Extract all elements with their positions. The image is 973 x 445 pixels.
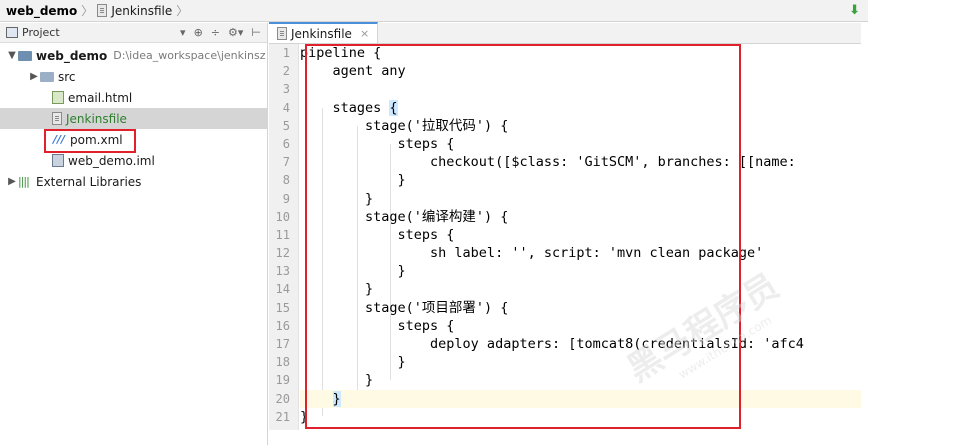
tree-node-external-libraries[interactable]: ▶ |||| External Libraries: [0, 171, 267, 192]
line-number: 9: [282, 191, 290, 206]
close-icon[interactable]: ×: [360, 27, 369, 40]
view-dropdown-icon[interactable]: ▾: [180, 26, 186, 39]
project-panel: Project ▾ ⊕ ÷ ⚙▾ ⊢ ▼ web_demo D:\idea_wo…: [0, 23, 268, 445]
code-line[interactable]: [300, 80, 861, 98]
tree-node-web-demo[interactable]: ▼ web_demo D:\idea_workspace\jenkinsz: [0, 45, 267, 66]
code-line[interactable]: }: [300, 280, 861, 298]
module-folder-icon: [18, 50, 32, 61]
code-line[interactable]: stage('项目部署') {: [300, 299, 861, 317]
code-line[interactable]: }: [300, 190, 861, 208]
line-number: 21: [275, 409, 290, 424]
project-panel-title[interactable]: Project: [22, 26, 60, 39]
line-number: 12: [275, 246, 290, 261]
tree-node-email-html[interactable]: email.html: [0, 87, 267, 108]
matched-brace: }: [332, 390, 341, 407]
line-number: 8: [282, 173, 290, 188]
line-number: 16: [275, 318, 290, 333]
tree-node-label: External Libraries: [36, 174, 142, 189]
html-file-icon: [52, 91, 64, 104]
code-line[interactable]: }: [300, 389, 861, 408]
line-number: 20: [275, 391, 290, 406]
line-number: 14: [275, 282, 290, 297]
code-line[interactable]: }: [300, 371, 861, 389]
line-number: 13: [275, 264, 290, 279]
line-number: 15: [275, 300, 290, 315]
collapse-icon[interactable]: ÷: [211, 26, 220, 39]
tree-node-label: email.html: [68, 90, 133, 105]
project-panel-header: Project ▾ ⊕ ÷ ⚙▾ ⊢: [0, 23, 267, 43]
download-icon[interactable]: ⬇: [849, 3, 860, 18]
code-line[interactable]: }: [300, 353, 861, 371]
breadcrumb: web_demo 〉 Jenkinsfile 〉 ⬇: [0, 0, 868, 22]
tree-node-web-demo-iml[interactable]: web_demo.iml: [0, 150, 267, 171]
breadcrumb-file-label: Jenkinsfile: [111, 3, 173, 18]
code-line[interactable]: agent any: [300, 62, 861, 80]
breadcrumb-file[interactable]: Jenkinsfile: [97, 4, 172, 18]
folder-icon: [40, 71, 54, 82]
code-line[interactable]: checkout([$class: 'GitSCM', branches: [[…: [300, 153, 861, 171]
tree-node-jenkinsfile[interactable]: Jenkinsfile: [0, 108, 267, 129]
line-number: 18: [275, 355, 290, 370]
code-line[interactable]: stages {: [300, 99, 861, 117]
code-line[interactable]: pipeline {: [300, 44, 861, 62]
chevron-right-icon[interactable]: ▶: [6, 176, 18, 187]
file-icon: [277, 27, 287, 40]
chevron-down-icon[interactable]: ▼: [6, 50, 18, 61]
line-number-gutter: 1 2 3 4 5 6 7 8 9 10 11 12 13 14 15 16 17 18 19 20 21: [269, 44, 299, 430]
code-line[interactable]: stage('编译构建') {: [300, 208, 861, 226]
tree-node-label: Jenkinsfile: [66, 111, 127, 126]
code-area[interactable]: pipeline { agent any stages { stage('拉取代…: [300, 44, 861, 426]
hide-icon[interactable]: ⊢: [251, 26, 261, 39]
code-line[interactable]: }: [300, 171, 861, 189]
line-number: 7: [282, 155, 290, 170]
library-icon: ||||: [18, 175, 30, 188]
line-number: 5: [282, 118, 290, 133]
code-line[interactable]: }: [300, 262, 861, 280]
code-line[interactable]: steps {: [300, 135, 861, 153]
highlight-box: [44, 129, 136, 153]
tree-node-label: src: [58, 69, 76, 84]
editor-tabs: Jenkinsfile ×: [269, 22, 861, 44]
breadcrumb-separator: 〉: [81, 4, 94, 18]
code-editor[interactable]: 1 2 3 4 5 6 7 8 9 10 11 12 13 14 15 16 17 18 19 20 21 pipeli…: [269, 44, 861, 430]
code-line[interactable]: }: [300, 408, 861, 426]
file-icon: [52, 112, 62, 125]
line-number: 3: [282, 82, 290, 97]
tree-node-label: web_demo.iml: [68, 153, 155, 168]
panel-toolbar: ▾ ⊕ ÷ ⚙▾ ⊢: [180, 26, 261, 39]
line-number: 10: [275, 209, 290, 224]
line-number: 19: [275, 373, 290, 388]
gear-icon[interactable]: ⚙▾: [228, 26, 243, 39]
line-number: 6: [282, 136, 290, 151]
code-line[interactable]: stage('拉取代码') {: [300, 117, 861, 135]
project-tree: ▼ web_demo D:\idea_workspace\jenkinsz ▶ …: [0, 43, 267, 192]
line-number: 4: [282, 100, 290, 115]
tree-node-label: web_demo: [36, 48, 108, 63]
locate-icon[interactable]: ⊕: [194, 26, 203, 39]
project-icon: [6, 27, 18, 38]
code-line[interactable]: sh label: '', script: 'mvn clean package…: [300, 244, 861, 262]
tab-label: Jenkinsfile: [291, 26, 352, 41]
line-number: 2: [282, 64, 290, 79]
code-line[interactable]: steps {: [300, 226, 861, 244]
code-line[interactable]: steps {: [300, 317, 861, 335]
chevron-right-icon[interactable]: ▶: [28, 71, 40, 82]
breadcrumb-separator: 〉: [176, 4, 189, 18]
line-number: 11: [275, 227, 290, 242]
file-icon: [97, 4, 108, 17]
iml-file-icon: [52, 154, 64, 167]
tree-node-path: D:\idea_workspace\jenkinsz: [113, 49, 266, 62]
line-number: 1: [282, 46, 290, 60]
line-number: 17: [275, 337, 290, 351]
breadcrumb-project[interactable]: web_demo: [6, 4, 77, 18]
tab-jenkinsfile[interactable]: Jenkinsfile ×: [269, 22, 379, 43]
matched-brace: {: [389, 99, 398, 116]
code-line[interactable]: deploy adapters: [tomcat8(credentialsId:…: [300, 335, 861, 353]
tree-node-src[interactable]: ▶ src: [0, 66, 267, 87]
